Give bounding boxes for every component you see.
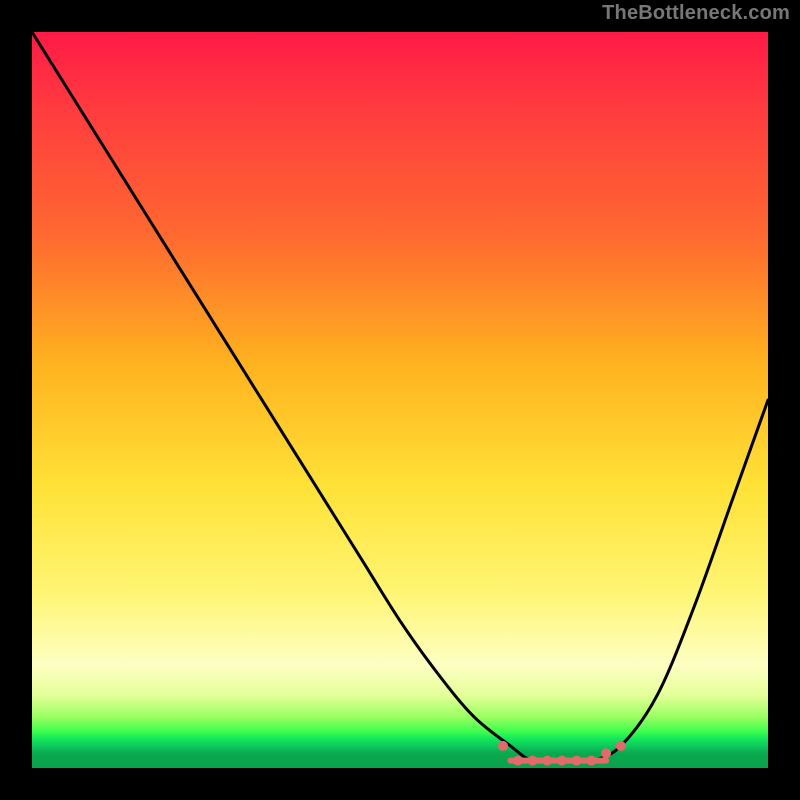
marker-dot	[586, 756, 596, 766]
bottleneck-curve-svg	[32, 32, 768, 768]
marker-dot	[542, 756, 552, 766]
marker-dot	[528, 756, 538, 766]
marker-dot	[572, 756, 582, 766]
watermark-text: TheBottleneck.com	[602, 2, 790, 25]
marker-dot	[557, 756, 567, 766]
marker-dot	[601, 748, 611, 758]
marker-dot	[616, 741, 626, 751]
bottleneck-curve	[32, 32, 768, 762]
plot-area	[32, 32, 768, 768]
marker-dot	[498, 741, 508, 751]
marker-dot	[513, 756, 523, 766]
chart-stage: TheBottleneck.com	[0, 0, 800, 800]
